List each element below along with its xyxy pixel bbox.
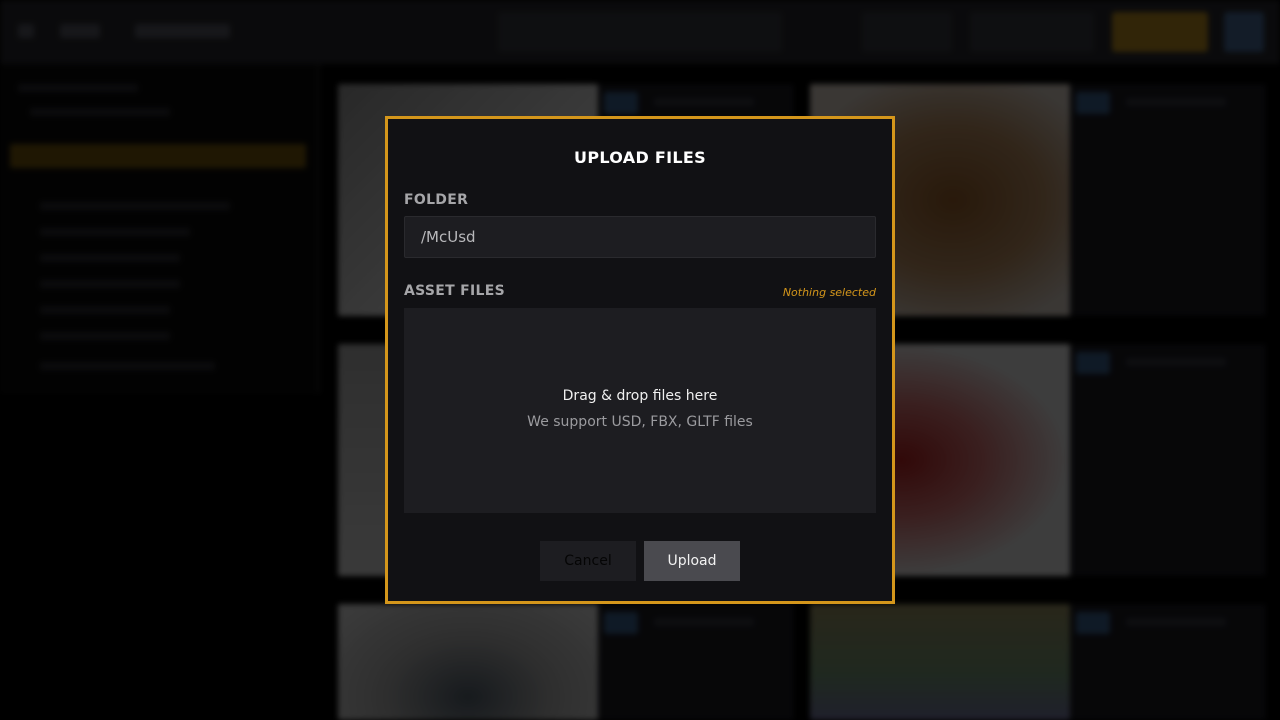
folder-label: FOLDER [404, 192, 469, 208]
folder-field[interactable]: /McUsd [404, 216, 876, 258]
file-dropzone[interactable]: Drag & drop files here We support USD, F… [404, 308, 876, 513]
cancel-button[interactable]: Cancel [540, 541, 636, 581]
upload-files-dialog: UPLOAD FILES FOLDER /McUsd ASSET FILES N… [385, 116, 895, 604]
dialog-title: UPLOAD FILES [574, 148, 706, 167]
dropzone-supported-formats: We support USD, FBX, GLTF files [527, 414, 753, 430]
dropzone-primary-text: Drag & drop files here [562, 388, 718, 404]
upload-button[interactable]: Upload [644, 541, 740, 581]
asset-files-label: ASSET FILES [404, 283, 505, 299]
selection-status: Nothing selected [782, 286, 876, 299]
